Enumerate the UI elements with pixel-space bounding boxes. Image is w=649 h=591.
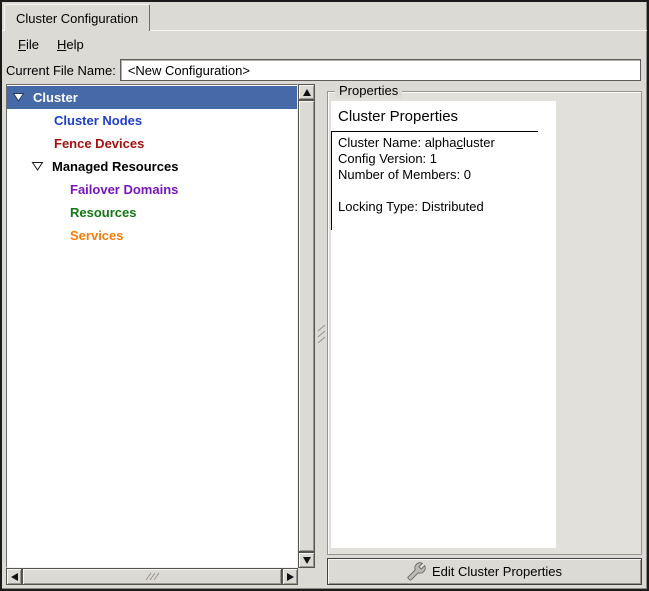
menu-item-file[interactable]: File: [9, 34, 48, 55]
horizontal-scrollbar[interactable]: [6, 568, 298, 585]
tree-item-label: Fence Devices: [54, 136, 144, 151]
cluster-tree: Cluster Cluster Nodes Fence Devices Mana…: [6, 84, 298, 568]
main-area: Cluster Cluster Nodes Fence Devices Mana…: [2, 83, 647, 589]
tree-item-label: Services: [70, 228, 124, 243]
wrench-icon: [407, 562, 426, 581]
edit-cluster-properties-button[interactable]: Edit Cluster Properties: [327, 558, 642, 585]
properties-frame: Properties Cluster Properties Cluster Na…: [327, 91, 642, 555]
number-of-members-line: Number of Members: 0: [338, 167, 538, 183]
current-file-name-input[interactable]: [120, 59, 641, 81]
tree-item-resources[interactable]: Resources: [7, 201, 297, 224]
up-arrow-icon: [303, 89, 311, 96]
scroll-right-button[interactable]: [282, 568, 298, 585]
tree-item-managed-resources[interactable]: Managed Resources: [7, 155, 297, 178]
menu-item-help[interactable]: Help: [48, 34, 93, 55]
tab-cluster-configuration[interactable]: Cluster Configuration: [4, 4, 150, 31]
current-file-name-label: Current File Name:: [6, 63, 116, 78]
tree-item-label: Failover Domains: [70, 182, 178, 197]
scroll-down-button[interactable]: [298, 552, 315, 568]
properties-content: Cluster Properties Cluster Name: alphacl…: [331, 101, 556, 548]
vertical-scrollbar[interactable]: [298, 84, 315, 568]
cluster-tree-pane: Cluster Cluster Nodes Fence Devices Mana…: [6, 84, 315, 585]
notebook-page: File Help Current File Name: Cluster: [2, 30, 647, 589]
cluster-configuration-window: Cluster Configuration File Help Current …: [0, 0, 649, 591]
expander-icon[interactable]: [31, 161, 44, 172]
tree-item-label: Cluster Nodes: [54, 113, 142, 128]
tree-item-label: Resources: [70, 205, 136, 220]
cluster-name-line: Cluster Name: alphacluster: [338, 135, 538, 151]
left-arrow-icon: [11, 573, 18, 581]
scroll-left-button[interactable]: [6, 568, 22, 585]
cluster-properties-heading: Cluster Properties: [331, 101, 556, 131]
file-name-row: Current File Name:: [2, 57, 647, 83]
scrollbar-corner: [298, 568, 315, 585]
tree-item-fence-devices[interactable]: Fence Devices: [7, 132, 297, 155]
expander-icon[interactable]: [12, 92, 25, 103]
pane-splitter[interactable]: [315, 84, 327, 585]
tree-item-failover-domains[interactable]: Failover Domains: [7, 178, 297, 201]
cluster-properties-details: Cluster Name: alphacluster Config Versio…: [331, 131, 538, 230]
tab-bar: Cluster Configuration: [2, 2, 647, 30]
down-arrow-icon: [303, 557, 311, 564]
menubar: File Help: [2, 31, 647, 57]
splitter-grip-icon: [317, 324, 326, 346]
tree-item-services[interactable]: Services: [7, 224, 297, 247]
scroll-up-button[interactable]: [298, 84, 315, 100]
tab-label: Cluster Configuration: [16, 11, 138, 26]
properties-pane: Properties Cluster Properties Cluster Na…: [327, 84, 642, 585]
vertical-scrollbar-thumb[interactable]: [298, 100, 315, 552]
properties-frame-label: Properties: [335, 83, 402, 98]
grip-icon: [144, 572, 160, 581]
right-arrow-icon: [287, 573, 294, 581]
config-version-line: Config Version: 1: [338, 151, 538, 167]
tree-item-label: Cluster: [33, 90, 78, 105]
tree-item-label: Managed Resources: [52, 159, 178, 174]
locking-type-line: Locking Type: Distributed: [338, 199, 538, 215]
horizontal-scrollbar-thumb[interactable]: [22, 568, 282, 585]
tree-item-cluster[interactable]: Cluster: [7, 86, 297, 109]
edit-button-label: Edit Cluster Properties: [432, 564, 562, 579]
tree-item-cluster-nodes[interactable]: Cluster Nodes: [7, 109, 297, 132]
